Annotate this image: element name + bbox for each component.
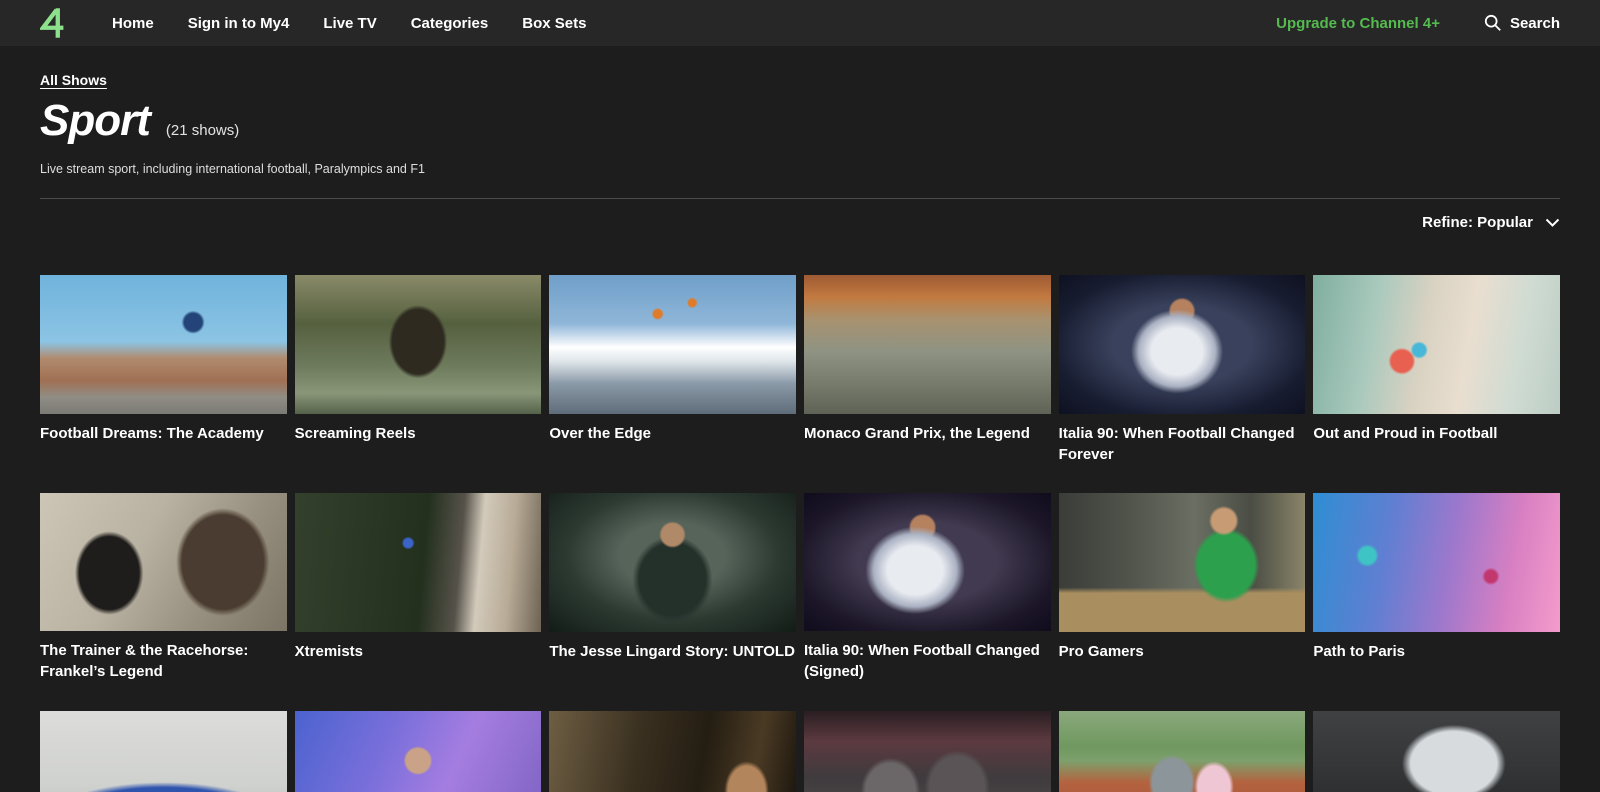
show-thumbnail[interactable] — [40, 275, 287, 414]
show-thumbnail[interactable] — [295, 493, 542, 632]
nav-item-live-tv[interactable]: Live TV — [323, 15, 376, 32]
show-card[interactable]: The Trainer & the Racehorse: Frankel’s L… — [40, 493, 287, 711]
show-thumbnail[interactable] — [295, 711, 542, 792]
show-thumbnail[interactable] — [1313, 493, 1560, 632]
show-card[interactable] — [804, 711, 1051, 792]
show-thumbnail[interactable] — [549, 711, 796, 792]
nav-item-home[interactable]: Home — [112, 15, 154, 32]
show-card[interactable]: Out and Proud in Football — [1313, 275, 1560, 493]
show-grid: Football Dreams: The Academy Screaming R… — [40, 275, 1560, 792]
show-card[interactable]: Xtremists — [295, 493, 542, 711]
nav-item-categories[interactable]: Categories — [411, 15, 489, 32]
show-thumbnail[interactable] — [295, 275, 542, 414]
show-thumbnail[interactable] — [40, 711, 287, 792]
show-thumbnail[interactable] — [1313, 275, 1560, 414]
refine-row: Refine: Popular — [40, 214, 1560, 231]
show-title: Italia 90: When Football Changed (Signed… — [804, 631, 1051, 710]
show-card[interactable] — [549, 711, 796, 792]
nav-item-sign-in[interactable]: Sign in to My4 — [188, 15, 290, 32]
refine-dropdown[interactable]: Refine: Popular — [1422, 214, 1560, 231]
show-thumbnail[interactable] — [1059, 711, 1306, 792]
chevron-down-icon — [1545, 218, 1560, 227]
show-card[interactable]: The Jesse Lingard Story: UNTOLD — [549, 493, 796, 711]
show-card[interactable]: Pro Gamers — [1059, 493, 1306, 711]
show-thumbnail[interactable] — [804, 275, 1051, 414]
top-nav: Home Sign in to My4 Live TV Categories B… — [0, 0, 1600, 46]
breadcrumb-all-shows[interactable]: All Shows — [40, 72, 107, 88]
sport-category-page: All Shows Sport (21 shows) Live stream s… — [0, 46, 1600, 792]
show-card[interactable] — [40, 711, 287, 792]
channel-4-logo[interactable] — [40, 7, 66, 39]
show-thumbnail[interactable] — [1059, 493, 1306, 632]
show-card[interactable] — [1059, 711, 1306, 792]
show-title: The Trainer & the Racehorse: Frankel’s L… — [40, 631, 287, 710]
show-title: Monaco Grand Prix, the Legend — [804, 414, 1051, 493]
show-card[interactable] — [1313, 711, 1560, 792]
page-title: Sport — [40, 96, 150, 146]
search-label: Search — [1510, 15, 1560, 32]
show-thumbnail[interactable] — [549, 493, 796, 632]
show-thumbnail[interactable] — [804, 493, 1051, 632]
show-title: Pro Gamers — [1059, 632, 1306, 711]
show-thumbnail[interactable] — [1059, 275, 1306, 414]
nav-item-box-sets[interactable]: Box Sets — [522, 15, 586, 32]
divider — [40, 198, 1560, 199]
show-card[interactable]: Italia 90: When Football Changed (Signed… — [804, 493, 1051, 711]
show-title: The Jesse Lingard Story: UNTOLD — [549, 632, 796, 711]
show-title: Football Dreams: The Academy — [40, 414, 287, 493]
show-thumbnail[interactable] — [549, 275, 796, 414]
show-title: Xtremists — [295, 632, 542, 711]
show-title: Over the Edge — [549, 414, 796, 493]
upgrade-channel4plus-link[interactable]: Upgrade to Channel 4+ — [1276, 15, 1440, 32]
search-button[interactable]: Search — [1484, 14, 1560, 32]
show-card[interactable]: Screaming Reels — [295, 275, 542, 493]
nav-items: Home Sign in to My4 Live TV Categories B… — [112, 15, 586, 32]
title-row: Sport (21 shows) — [40, 96, 1560, 146]
channel-4-logo-icon — [40, 7, 66, 39]
refine-label: Refine: Popular — [1422, 214, 1533, 231]
show-title: Path to Paris — [1313, 632, 1560, 711]
show-title: Italia 90: When Football Changed Forever — [1059, 414, 1306, 493]
show-card[interactable]: Football Dreams: The Academy — [40, 275, 287, 493]
show-title: Out and Proud in Football — [1313, 414, 1560, 493]
search-icon — [1484, 14, 1502, 32]
show-card[interactable]: Path to Paris — [1313, 493, 1560, 711]
show-title: Screaming Reels — [295, 414, 542, 493]
show-card[interactable]: Monaco Grand Prix, the Legend — [804, 275, 1051, 493]
show-card[interactable]: Italia 90: When Football Changed Forever — [1059, 275, 1306, 493]
show-card[interactable]: Over the Edge — [549, 275, 796, 493]
show-count: (21 shows) — [166, 122, 239, 139]
category-description: Live stream sport, including internation… — [40, 162, 1560, 176]
show-card[interactable] — [295, 711, 542, 792]
show-thumbnail[interactable] — [40, 493, 287, 632]
show-thumbnail[interactable] — [1313, 711, 1560, 792]
show-thumbnail[interactable] — [804, 711, 1051, 792]
